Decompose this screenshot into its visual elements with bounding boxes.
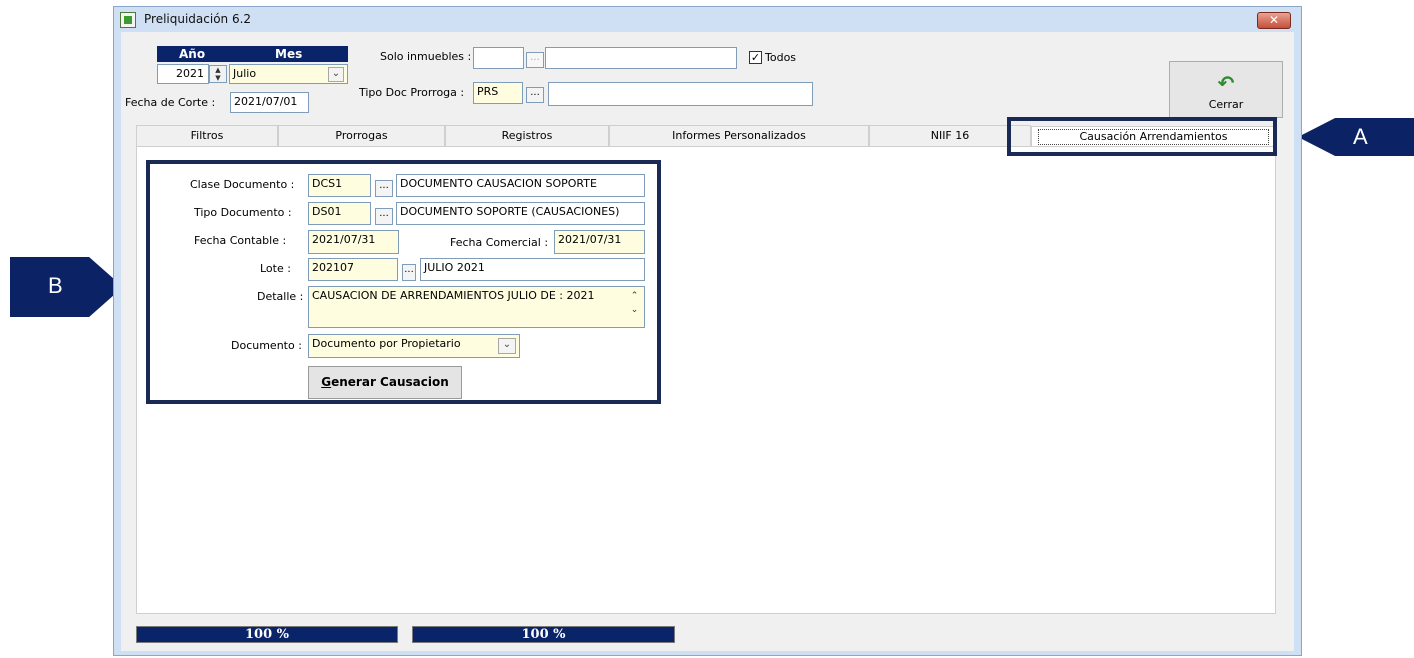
generar-causacion-button[interactable]: Generar Causacion [308, 366, 462, 399]
progress-label-2: 100 % [521, 627, 566, 642]
fecha-comercial-input[interactable]: 2021/07/31 [554, 230, 645, 254]
solo-inmuebles-lookup-button[interactable]: ... [526, 52, 544, 68]
fecha-corte-label: Fecha de Corte : [125, 96, 216, 109]
fecha-corte-input[interactable]: 2021/07/01 [230, 92, 309, 113]
tab-label: Prorrogas [335, 129, 388, 142]
tipo-doc-prorroga-desc-input[interactable] [548, 82, 813, 106]
chevron-down-icon[interactable]: ⌄ [328, 67, 344, 82]
year-month-header: Año Mes [157, 46, 348, 62]
solo-inmuebles-desc-input[interactable] [545, 47, 737, 69]
tipo-documento-desc-input[interactable]: DOCUMENTO SOPORTE (CAUSACIONES) [396, 202, 645, 225]
year-header: Año [179, 47, 206, 61]
undo-arrow-icon: ↶ [1217, 71, 1235, 95]
tipo-doc-prorroga-label: Tipo Doc Prorroga : [359, 86, 465, 99]
lote-lookup-button[interactable]: ... [402, 264, 416, 281]
clase-documento-desc-input[interactable]: DOCUMENTO CAUSACION SOPORTE [396, 174, 645, 197]
chevron-up-icon: ⌃ [630, 291, 639, 301]
close-button[interactable]: ✕ [1257, 12, 1291, 29]
tab-registros[interactable]: Registros [445, 125, 609, 147]
active-tab-highlight [1007, 117, 1277, 156]
tipo-documento-code-input[interactable]: DS01 [308, 202, 371, 225]
tipo-documento-label: Tipo Documento : [194, 206, 292, 219]
clase-documento-label: Clase Documento : [190, 178, 295, 191]
month-header: Mes [275, 47, 303, 61]
app-window: Preliquidación 6.2 ✕ Año Mes 2021 ▲ ▼ Jul… [113, 6, 1302, 656]
documento-select[interactable]: Documento por Propietario [308, 334, 520, 358]
tab-label: Informes Personalizados [672, 129, 806, 142]
app-icon [120, 12, 136, 28]
lote-code-input[interactable]: 202107 [308, 258, 398, 281]
year-spinner[interactable]: ▲ ▼ [209, 65, 227, 83]
cerrar-label: Cerrar [1208, 98, 1244, 111]
tipo-doc-prorroga-code-input[interactable]: PRS [473, 82, 523, 104]
chevron-down-icon[interactable]: ⌄ [498, 338, 516, 354]
generar-label: enerar Causacion [331, 375, 449, 389]
window-title: Preliquidación 6.2 [144, 12, 252, 26]
title-bar: Preliquidación 6.2 ✕ [114, 7, 1301, 32]
callout-a: A [1298, 118, 1414, 156]
tipo-documento-lookup-button[interactable]: ... [375, 208, 393, 225]
callout-b-label: B [48, 273, 63, 298]
fecha-contable-input[interactable]: 2021/07/31 [308, 230, 399, 254]
detalle-textarea[interactable]: CAUSACION DE ARRENDAMIENTOS JULIO DE : 2… [308, 286, 645, 328]
solo-inmuebles-code-input[interactable] [473, 47, 524, 69]
solo-inmuebles-label: Solo inmuebles : [380, 50, 472, 63]
tab-label: Filtros [190, 129, 224, 142]
cerrar-button[interactable]: ↶ Cerrar [1169, 61, 1283, 118]
fecha-comercial-label: Fecha Comercial : [450, 236, 549, 249]
tab-label: NIIF 16 [930, 129, 970, 142]
fecha-contable-label: Fecha Contable : [194, 234, 287, 247]
detalle-label: Detalle : [257, 290, 304, 303]
clase-documento-lookup-button[interactable]: ... [375, 180, 393, 197]
clase-documento-code-input[interactable]: DCS1 [308, 174, 371, 197]
month-select-value: Julio [233, 67, 257, 80]
todos-label: Todos [765, 51, 797, 64]
detalle-text: CAUSACION DE ARRENDAMIENTOS JULIO DE : 2… [312, 289, 595, 302]
chevron-down-icon: ⌄ [630, 305, 639, 315]
lote-desc-input[interactable]: JULIO 2021 [420, 258, 645, 281]
tab-label: Registros [501, 129, 553, 142]
tab-informes-personalizados[interactable]: Informes Personalizados [609, 125, 869, 147]
close-icon: ✕ [1268, 13, 1280, 27]
progress-label-1: 100 % [244, 627, 289, 642]
documento-select-value: Documento por Propietario [312, 337, 461, 350]
progress-bar-1: 100 % [136, 626, 398, 643]
callout-a-label: A [1353, 124, 1368, 149]
tipo-doc-prorroga-lookup-button[interactable]: ... [526, 87, 544, 103]
detalle-scrollbar[interactable]: ⌃ ⌄ [626, 289, 642, 326]
callout-b: B [10, 257, 123, 317]
generar-mnemonic: G [321, 375, 332, 389]
documento-label: Documento : [231, 339, 302, 352]
progress-bar-2: 100 % [412, 626, 675, 643]
todos-checkbox[interactable]: ✓ [749, 51, 762, 64]
tab-panel: Clase Documento : DCS1 ... DOCUMENTO CAU… [136, 146, 1276, 614]
lote-label: Lote : [260, 262, 291, 275]
tab-prorrogas[interactable]: Prorrogas [278, 125, 445, 147]
tab-filtros[interactable]: Filtros [136, 125, 278, 147]
year-input[interactable]: 2021 [157, 64, 209, 84]
